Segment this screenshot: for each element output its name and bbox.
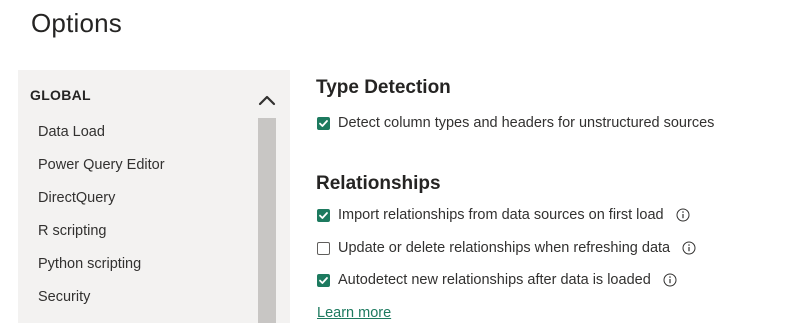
checkbox[interactable] [317,208,330,222]
option-detect-column-types[interactable]: Detect column types and headers for unst… [317,115,714,131]
option-label: Update or delete relationships when refr… [338,240,671,256]
option-label: Autodetect new relationships after data … [338,272,651,288]
section-title-type-detection: Type Detection [316,77,451,98]
info-icon[interactable] [663,273,677,287]
page-title: Options [31,8,123,38]
checkbox[interactable] [317,116,330,130]
sidebar-header-global: GLOBAL [30,87,91,103]
info-icon[interactable] [682,241,696,255]
sidebar-item-r-scripting[interactable]: R scripting [38,220,165,253]
option-autodetect-relationships[interactable]: Autodetect new relationships after data … [317,272,677,288]
checkbox[interactable] [317,241,330,255]
section-title-relationships: Relationships [316,173,441,194]
sidebar-scrollbar[interactable] [258,118,276,323]
options-sidebar: GLOBAL Data Load Power Query Editor Dire… [18,70,290,323]
sidebar-list: Data Load Power Query Editor DirectQuery… [38,121,165,319]
option-label: Import relationships from data sources o… [338,207,664,223]
checkmark-icon [319,276,328,284]
learn-more-link[interactable]: Learn more [317,305,391,321]
chevron-up-icon[interactable] [257,92,277,108]
option-label: Detect column types and headers for unst… [338,115,715,131]
sidebar-item-data-load[interactable]: Data Load [38,121,165,154]
checkbox[interactable] [317,273,330,287]
option-import-relationships[interactable]: Import relationships from data sources o… [317,207,690,223]
checkmark-icon [319,211,328,219]
option-update-delete-relationships[interactable]: Update or delete relationships when refr… [317,240,696,256]
sidebar-item-directquery[interactable]: DirectQuery [38,187,165,220]
sidebar-item-python-scripting[interactable]: Python scripting [38,253,165,286]
checkmark-icon [319,119,328,127]
sidebar-item-power-query-editor[interactable]: Power Query Editor [38,154,165,187]
sidebar-item-security[interactable]: Security [38,286,165,319]
info-icon[interactable] [676,208,690,222]
